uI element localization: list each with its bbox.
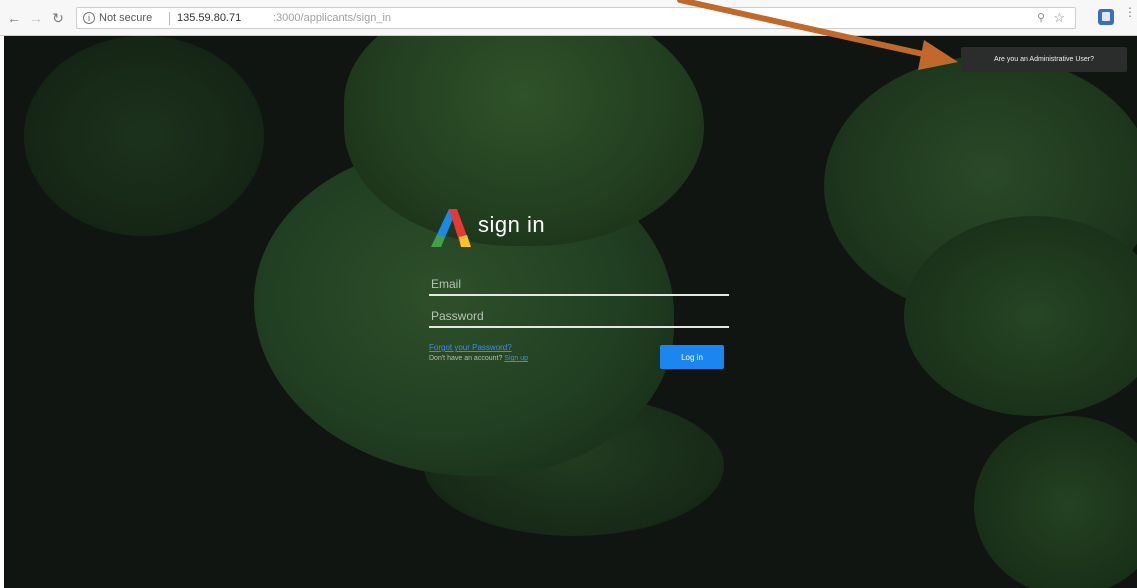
sign-up-link[interactable]: Sign up <box>504 355 528 362</box>
app-logo <box>431 209 471 247</box>
reload-icon[interactable]: ↻ <box>50 10 66 26</box>
back-arrow-icon[interactable]: ← <box>6 10 22 26</box>
password-field[interactable] <box>429 306 729 328</box>
admin-user-button[interactable]: Are you an Administrative User? <box>961 47 1127 72</box>
email-field[interactable] <box>429 274 729 296</box>
zoom-icon[interactable]: ⚲ <box>1037 8 1045 28</box>
sign-in-page: sign in Forgot your Password? Don't have… <box>4 36 1137 588</box>
forward-arrow-icon[interactable]: → <box>28 10 44 26</box>
no-account-text: Don't have an account? <box>429 355 505 362</box>
forgot-password-link[interactable]: Forgot your Password? <box>429 343 512 352</box>
browser-toolbar: ← → ↻ i Not secure 135.59.80.71 :3000/ap… <box>0 0 1137 36</box>
url-host: 135.59.80.71 <box>177 12 242 24</box>
star-icon[interactable]: ☆ <box>1053 8 1065 28</box>
security-label: Not secure <box>99 12 153 24</box>
url-path: :3000/applicants/sign_in <box>273 12 392 24</box>
address-bar[interactable]: i Not secure 135.59.80.71 :3000/applican… <box>76 7 1076 29</box>
login-button[interactable]: Log in <box>660 345 724 369</box>
address-divider <box>169 12 170 25</box>
info-icon[interactable]: i <box>83 12 95 24</box>
extension-icon[interactable] <box>1098 9 1114 25</box>
signup-prompt: Don't have an account? Sign up <box>429 355 528 362</box>
page-title: sign in <box>478 212 546 237</box>
menu-icon[interactable]: ⋮ <box>1124 6 1136 26</box>
